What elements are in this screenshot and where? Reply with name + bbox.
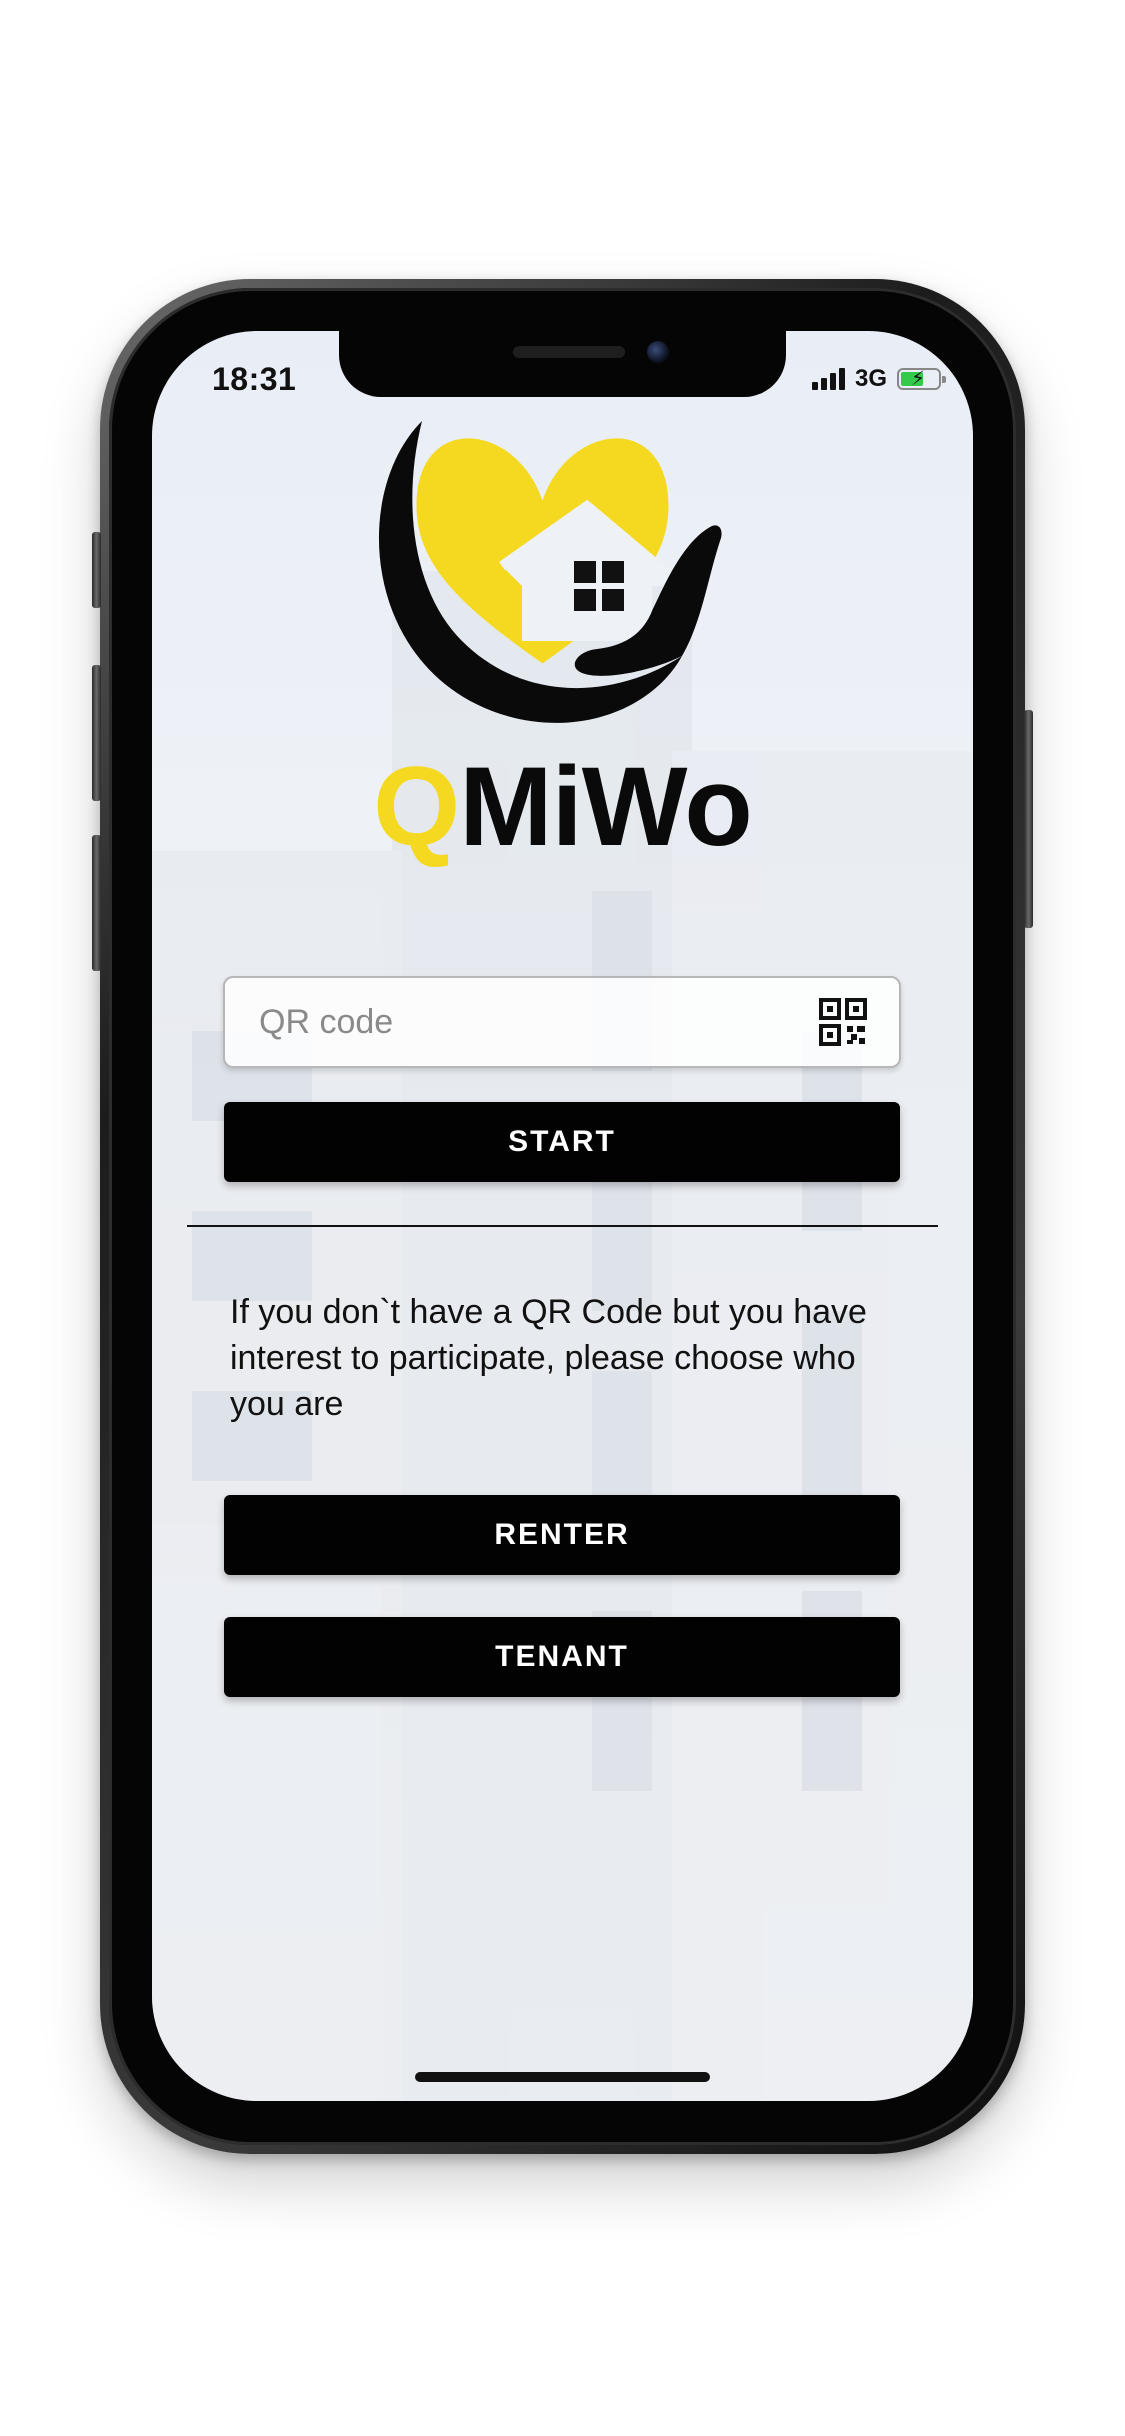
qr-code-input[interactable] (225, 977, 819, 1067)
section-divider (187, 1225, 938, 1227)
status-indicators: 3G ⚡ (811, 365, 946, 393)
qr-code-icon[interactable] (819, 998, 867, 1046)
power-button (1024, 710, 1033, 928)
status-time: 18:31 (212, 361, 297, 397)
brand-name-rest: MiWo (459, 744, 753, 869)
brand-name-q: Q (373, 744, 460, 869)
tenant-button[interactable]: TENANT (224, 1617, 900, 1697)
home-heart-logo-icon (378, 421, 722, 723)
volume-down-button (92, 835, 101, 971)
front-camera (647, 341, 669, 363)
notch (339, 331, 786, 397)
app-screen: 18:31 3G ⚡ QMiWo QR code START If you do… (152, 331, 973, 2101)
earpiece-speaker (513, 346, 625, 358)
battery-icon: ⚡ (897, 368, 946, 390)
start-button[interactable]: START (224, 1102, 900, 1182)
cellular-signal-icon (811, 368, 845, 390)
no-qr-info-text: If you don`t have a QR Code but you have… (230, 1293, 867, 1423)
brand-name: QMiWo (152, 751, 973, 863)
home-indicator[interactable] (415, 2072, 710, 2082)
renter-button[interactable]: RENTER (224, 1495, 900, 1575)
volume-up-button (92, 665, 101, 801)
silent-switch (92, 532, 101, 608)
network-type: 3G (854, 365, 887, 392)
qr-code-field (223, 976, 901, 1068)
charging-bolt-icon: ⚡ (911, 368, 926, 390)
